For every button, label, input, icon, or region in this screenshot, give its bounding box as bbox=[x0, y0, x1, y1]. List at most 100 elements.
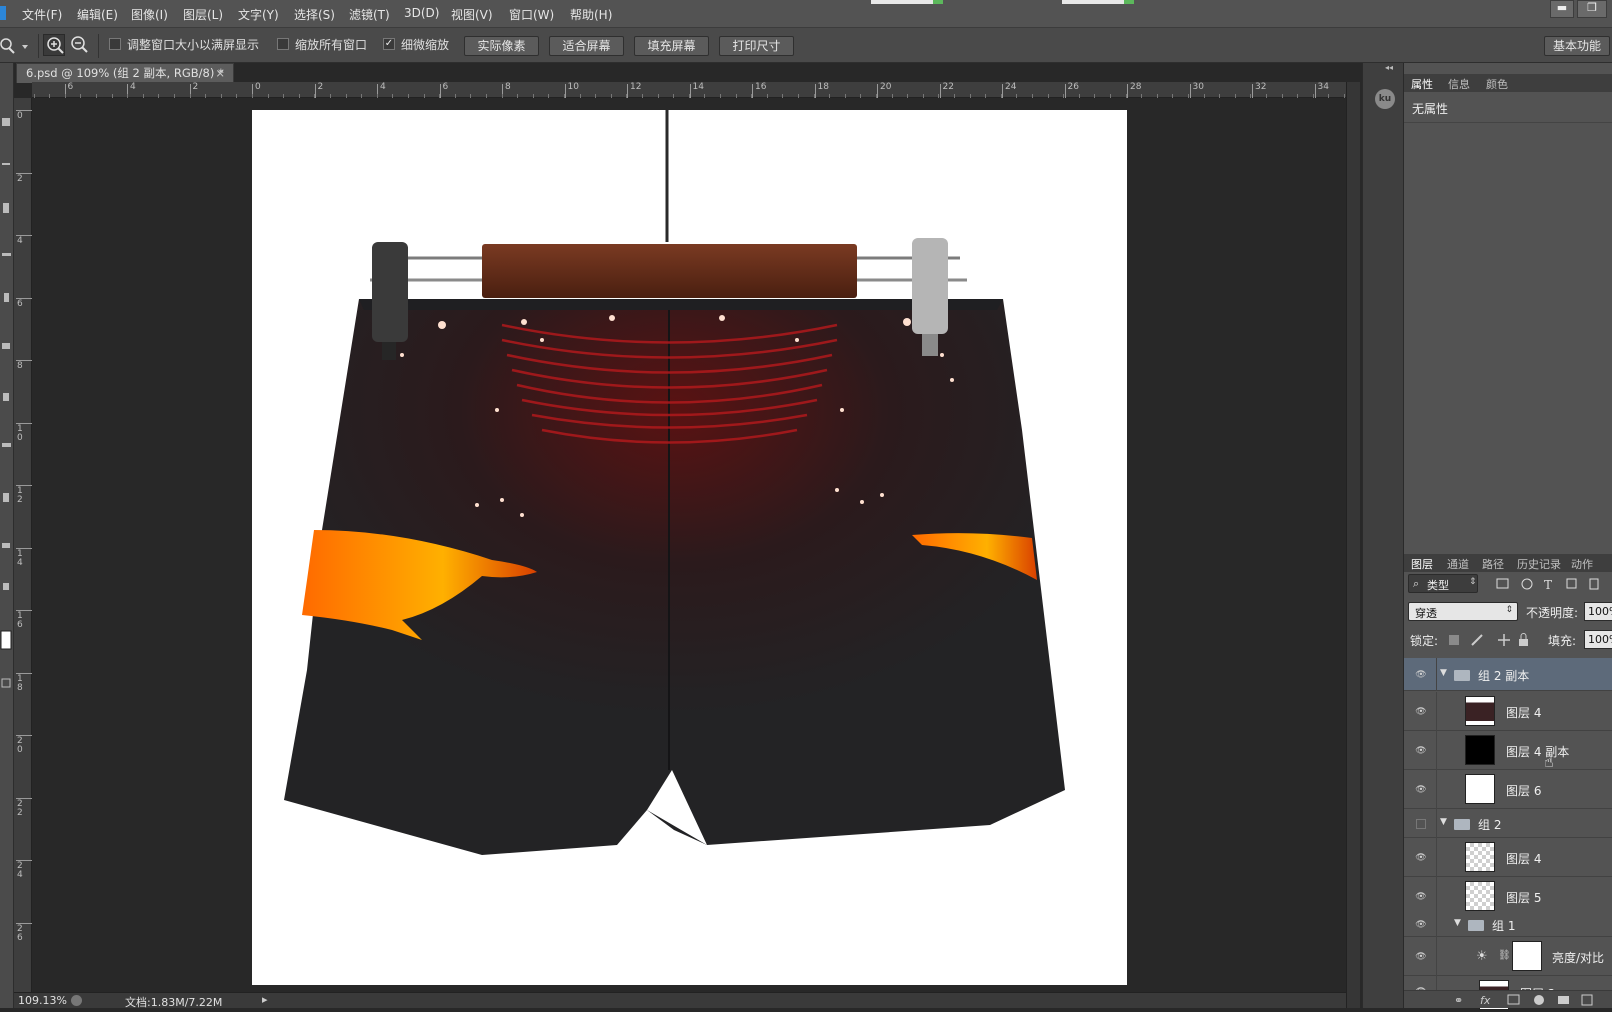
fill-screen-button[interactable]: 填充屏幕 bbox=[634, 36, 709, 56]
ruler-minor-tick bbox=[64, 94, 66, 98]
lock-label: 锁定: bbox=[1410, 634, 1439, 648]
resize-windows-checkbox[interactable] bbox=[109, 38, 121, 50]
layer-row[interactable]: 👁 ☀ ⛓ 亮度/对比 bbox=[1404, 937, 1612, 976]
layer-row[interactable]: 👁 ▼ 组 1 bbox=[1404, 912, 1612, 937]
tab-layers[interactable]: 图层 bbox=[1411, 556, 1433, 572]
zoom-tool-icon[interactable] bbox=[0, 37, 30, 55]
ruler-minor-tick bbox=[1000, 94, 1002, 98]
resize-windows-label: 调整窗口大小以满屏显示 bbox=[127, 38, 260, 52]
layer-visibility-icon[interactable]: 👁 bbox=[1414, 746, 1428, 756]
layer-visibility-icon[interactable]: 👁 bbox=[1414, 920, 1428, 930]
layer-visibility-icon[interactable]: 👁 bbox=[1414, 952, 1428, 962]
scrubby-zoom-checkbox[interactable]: ✓ bbox=[383, 38, 395, 50]
restore-button[interactable]: ❐ bbox=[1577, 0, 1607, 18]
close-tab-icon[interactable]: × bbox=[215, 64, 225, 82]
menu-item[interactable]: 文字(Y) bbox=[238, 6, 279, 23]
ruler-label: 0 bbox=[255, 82, 261, 92]
zoom-out-icon[interactable] bbox=[68, 34, 90, 56]
blend-mode-select[interactable]: 穿透 ⇕ bbox=[1408, 602, 1518, 621]
zoom-all-windows-checkbox[interactable] bbox=[277, 38, 289, 50]
collapse-dock-icon[interactable]: ◂◂ bbox=[1385, 63, 1393, 72]
ruler-minor-tick bbox=[860, 94, 862, 98]
menu-item[interactable]: 窗口(W) bbox=[509, 6, 554, 23]
opacity-label: 不透明度: bbox=[1526, 606, 1579, 620]
layer-visibility-icon[interactable]: 👁 bbox=[1414, 785, 1428, 795]
tab-color[interactable]: 颜色 bbox=[1486, 76, 1508, 92]
layer-filter-select[interactable]: ⌕ 类型 ⇕ bbox=[1408, 574, 1478, 593]
layer-action-icons[interactable]: ⚭ fx bbox=[1404, 991, 1612, 1009]
tab-info[interactable]: 信息 bbox=[1448, 76, 1470, 92]
document-canvas[interactable] bbox=[252, 110, 1127, 985]
tab-actions[interactable]: 动作 bbox=[1571, 556, 1593, 572]
layer-filter-icons[interactable]: T bbox=[1490, 576, 1610, 592]
opacity-input[interactable]: 100% bbox=[1584, 602, 1612, 621]
layer-name: 组 2 副本 bbox=[1478, 669, 1530, 683]
tab-channels[interactable]: 通道 bbox=[1447, 556, 1469, 572]
ruler-label: 14 bbox=[692, 82, 704, 92]
layer-row[interactable]: ▼ 组 2 bbox=[1404, 809, 1612, 838]
fit-screen-button[interactable]: 适合屏幕 bbox=[549, 36, 624, 56]
expand-arrow-icon[interactable]: ▼ bbox=[1440, 668, 1447, 678]
ruler-minor-tick bbox=[735, 94, 737, 98]
menu-item[interactable]: 3D(D) bbox=[404, 6, 439, 20]
layer-visibility-icon[interactable]: 👁 bbox=[1414, 853, 1428, 863]
expand-arrow-icon[interactable]: ▼ bbox=[1440, 817, 1447, 827]
layer-row[interactable]: 👁 图层 6 bbox=[1404, 770, 1612, 809]
ruler-minor-tick bbox=[1125, 94, 1127, 98]
fill-input[interactable]: 100% bbox=[1584, 630, 1612, 649]
tab-history[interactable]: 历史记录 bbox=[1517, 556, 1561, 572]
menu-item[interactable]: 图像(I) bbox=[131, 6, 168, 23]
layer-separator bbox=[1436, 658, 1437, 691]
status-info-icon[interactable] bbox=[71, 995, 82, 1006]
layer-row[interactable]: 👁 图层 4 bbox=[1404, 692, 1612, 731]
layer-visibility-icon[interactable]: 👁 bbox=[1414, 707, 1428, 717]
menu-item[interactable]: 文件(F) bbox=[22, 6, 62, 23]
actual-pixels-button[interactable]: 实际像素 bbox=[464, 36, 539, 56]
zoom-in-icon[interactable] bbox=[43, 34, 65, 56]
print-size-button[interactable]: 打印尺寸 bbox=[719, 36, 794, 56]
folder-icon bbox=[1454, 818, 1470, 830]
menu-item[interactable]: 编辑(E) bbox=[77, 6, 118, 23]
ruler-minor-tick bbox=[376, 94, 378, 98]
status-menu-arrow-icon[interactable]: ▸ bbox=[262, 993, 268, 1006]
menu-item[interactable]: 选择(S) bbox=[294, 6, 335, 23]
ruler-label: 12 bbox=[17, 486, 23, 505]
document-tab[interactable]: 6.psd @ 109% (组 2 副本, RGB/8) * × bbox=[16, 63, 234, 83]
ruler-minor-tick bbox=[1219, 94, 1221, 98]
ruler-minor-tick bbox=[829, 94, 831, 98]
lock-icons[interactable] bbox=[1446, 632, 1536, 648]
ruler-minor-tick bbox=[891, 94, 893, 98]
layer-separator bbox=[1436, 809, 1437, 838]
layer-row[interactable]: 👁 图层 5 bbox=[1404, 877, 1612, 916]
tool-icons[interactable] bbox=[0, 63, 14, 1008]
ruler-minor-tick bbox=[595, 94, 597, 98]
workspace-switcher[interactable]: 基本功能 bbox=[1544, 36, 1610, 56]
ku-plugin-icon[interactable]: ku bbox=[1375, 89, 1395, 109]
ruler-minor-tick bbox=[33, 94, 35, 98]
zoom-readout[interactable]: 109.13% bbox=[18, 994, 67, 1007]
layer-row[interactable]: 👁 图层 4 副本 bbox=[1404, 731, 1612, 770]
ruler-minor-tick bbox=[1281, 94, 1283, 98]
layer-visibility-icon[interactable]: 👁 bbox=[1414, 670, 1428, 680]
minimize-button[interactable]: ▬ bbox=[1550, 0, 1574, 18]
menu-item[interactable]: 滤镜(T) bbox=[349, 6, 390, 23]
ruler-minor-tick bbox=[532, 94, 534, 98]
ruler-minor-tick bbox=[49, 94, 51, 98]
ruler-label: 8 bbox=[505, 82, 511, 92]
menu-item[interactable]: 图层(L) bbox=[183, 6, 223, 23]
ruler-minor-tick bbox=[782, 94, 784, 98]
ruler-label: 30 bbox=[1192, 82, 1204, 92]
ruler-label: 26 bbox=[1067, 82, 1079, 92]
vertical-scrollbar[interactable] bbox=[1346, 82, 1360, 1008]
menu-item[interactable]: 视图(V) bbox=[451, 6, 493, 23]
layer-visibility-icon[interactable] bbox=[1416, 818, 1426, 829]
tab-properties[interactable]: 属性 bbox=[1411, 76, 1433, 92]
expand-arrow-icon[interactable]: ▼ bbox=[1454, 918, 1461, 928]
layer-row[interactable]: 👁 ▼ 组 2 副本 bbox=[1404, 658, 1612, 691]
layer-visibility-icon[interactable]: 👁 bbox=[1414, 892, 1428, 902]
panel-dock: ◂◂ ku bbox=[1362, 63, 1404, 1008]
ruler-minor-tick bbox=[844, 94, 846, 98]
layer-row[interactable]: 👁 图层 4 bbox=[1404, 838, 1612, 877]
menu-item[interactable]: 帮助(H) bbox=[570, 6, 612, 23]
tab-paths[interactable]: 路径 bbox=[1482, 556, 1504, 572]
